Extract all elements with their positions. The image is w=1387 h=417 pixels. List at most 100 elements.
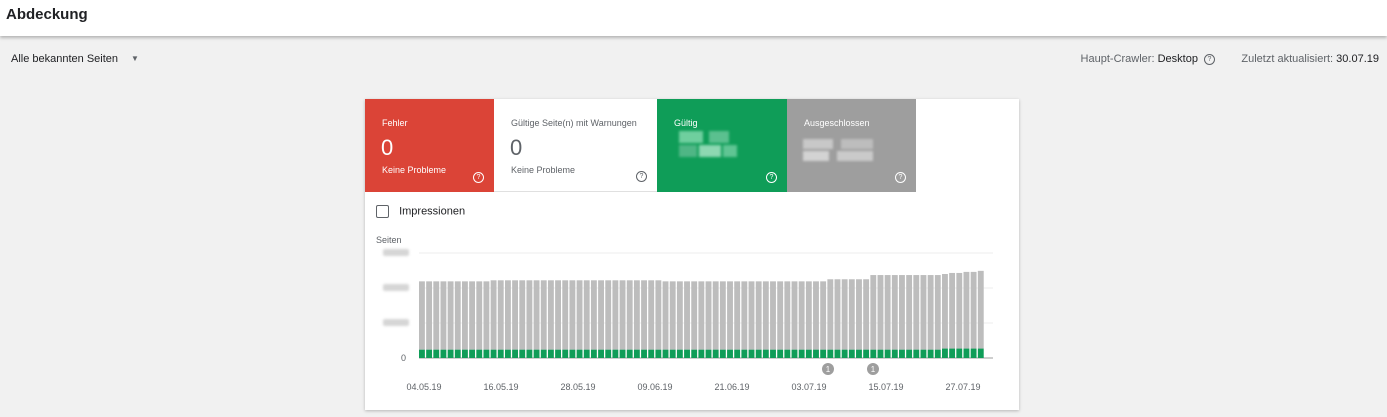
bar-excluded — [476, 281, 483, 350]
bar-excluded — [827, 279, 834, 350]
bar-excluded — [447, 281, 454, 350]
bar-excluded — [805, 281, 812, 350]
bar-valid — [684, 349, 690, 358]
bar-valid — [419, 349, 425, 358]
bar-excluded — [512, 280, 519, 350]
bar-excluded — [483, 281, 490, 350]
bar-valid — [612, 349, 619, 358]
bar-excluded — [605, 280, 612, 350]
help-icon[interactable]: ? — [766, 172, 777, 183]
coverage-chart: Seiten 0 04.05.19 16.05.19 28.05.19 09.06.19 2… — [376, 235, 993, 392]
help-icon[interactable]: ? — [1204, 53, 1215, 65]
bar-excluded — [870, 275, 877, 350]
bar-valid — [504, 349, 511, 358]
bar-valid — [848, 349, 855, 358]
bar-excluded — [848, 279, 855, 350]
bar-excluded — [490, 280, 497, 350]
bar-valid — [913, 349, 920, 358]
bar-valid — [863, 349, 870, 358]
bar-valid — [755, 349, 762, 358]
x-tick-label: 27.07.19 — [945, 382, 980, 392]
bar-excluded — [841, 279, 848, 350]
bar-valid — [906, 349, 913, 358]
tile-errors[interactable]: Fehler 0 Keine Probleme ? — [365, 99, 494, 192]
x-tick-label: 09.06.19 — [637, 382, 672, 392]
bar-valid — [483, 349, 490, 358]
bar-valid — [719, 349, 726, 358]
help-icon[interactable]: ? — [473, 172, 484, 183]
bar-excluded — [648, 280, 655, 350]
bar-valid — [490, 349, 497, 358]
bar-valid — [884, 349, 891, 358]
tile-warnings-sub: Keine Probleme — [511, 165, 576, 175]
bar-excluded — [798, 281, 805, 350]
bar-valid — [662, 349, 669, 358]
bar-valid — [648, 349, 655, 358]
crawler-info: Haupt-Crawler: Desktop ? — [1081, 53, 1215, 65]
impressions-toggle[interactable]: Impressionen — [376, 205, 465, 218]
tile-errors-value: 0 — [381, 135, 394, 160]
bar-valid — [970, 348, 977, 358]
bar-valid — [956, 348, 963, 358]
filter-row: Alle bekannten Seiten ▼ Haupt-Crawler: D… — [0, 46, 1387, 74]
bar-excluded — [419, 281, 425, 350]
y-axis-label: Seiten — [376, 235, 402, 245]
redacted-tick-label — [383, 319, 409, 326]
bar-excluded — [762, 281, 769, 350]
bar-valid — [590, 349, 597, 358]
crawler-label: Haupt-Crawler: — [1080, 53, 1155, 65]
chevron-down-icon[interactable]: ▼ — [131, 54, 139, 63]
bar-valid — [497, 349, 504, 358]
pages-filter-dropdown[interactable]: Alle bekannten Seiten — [11, 53, 118, 65]
tile-valid[interactable]: Gültig ? — [657, 99, 787, 192]
help-icon[interactable]: ? — [895, 172, 906, 183]
bar-valid — [949, 348, 956, 358]
bar-excluded — [934, 275, 941, 350]
bar-valid — [777, 349, 784, 358]
bar-excluded — [956, 272, 963, 349]
bar-excluded — [741, 281, 748, 350]
tile-excluded[interactable]: Ausgeschlossen ? — [787, 99, 916, 192]
bar-excluded — [863, 279, 870, 350]
bar-excluded — [569, 280, 576, 350]
bar-valid — [676, 349, 683, 358]
help-icon[interactable]: ? — [636, 171, 647, 182]
updated-value: 30.07.19 — [1336, 53, 1379, 65]
bar-excluded — [963, 271, 970, 349]
bar-excluded — [856, 279, 862, 350]
bar-valid — [598, 349, 604, 358]
bar-excluded — [698, 281, 705, 350]
tile-warnings[interactable]: Gültige Seite(n) mit Warnungen 0 Keine P… — [494, 99, 657, 192]
page-title: Abdeckung — [6, 6, 88, 23]
bar-excluded — [906, 275, 913, 350]
bar-excluded — [927, 275, 934, 350]
bar-valid — [526, 349, 533, 358]
bar-valid — [834, 349, 841, 358]
bar-valid — [856, 349, 862, 358]
bar-excluded — [977, 270, 984, 349]
bar-valid — [827, 349, 834, 358]
bar-excluded — [626, 280, 633, 350]
bar-excluded — [540, 280, 547, 350]
bar-valid — [877, 349, 884, 358]
bar-valid — [619, 349, 626, 358]
tile-valid-label: Gültig — [674, 118, 698, 128]
tile-errors-label: Fehler — [382, 118, 408, 128]
bar-excluded — [684, 281, 690, 350]
bar-excluded — [440, 281, 447, 350]
bar-excluded — [662, 281, 669, 350]
bar-valid — [512, 349, 519, 358]
bar-excluded — [612, 280, 619, 350]
bar-excluded — [891, 275, 898, 350]
redacted-tick-label — [383, 249, 409, 256]
updated-label: Zuletzt aktualisiert: — [1241, 53, 1334, 65]
impressions-checkbox[interactable] — [376, 205, 389, 218]
bar-valid — [433, 349, 440, 358]
impressions-label: Impressionen — [399, 205, 466, 218]
bar-excluded — [598, 280, 604, 350]
bar-valid — [920, 349, 927, 358]
last-updated: Zuletzt aktualisiert: 30.07.19 — [1241, 53, 1379, 65]
y-tick-label: 0 — [401, 353, 406, 363]
bar-valid — [583, 349, 590, 358]
redacted-tick-label — [383, 284, 409, 291]
